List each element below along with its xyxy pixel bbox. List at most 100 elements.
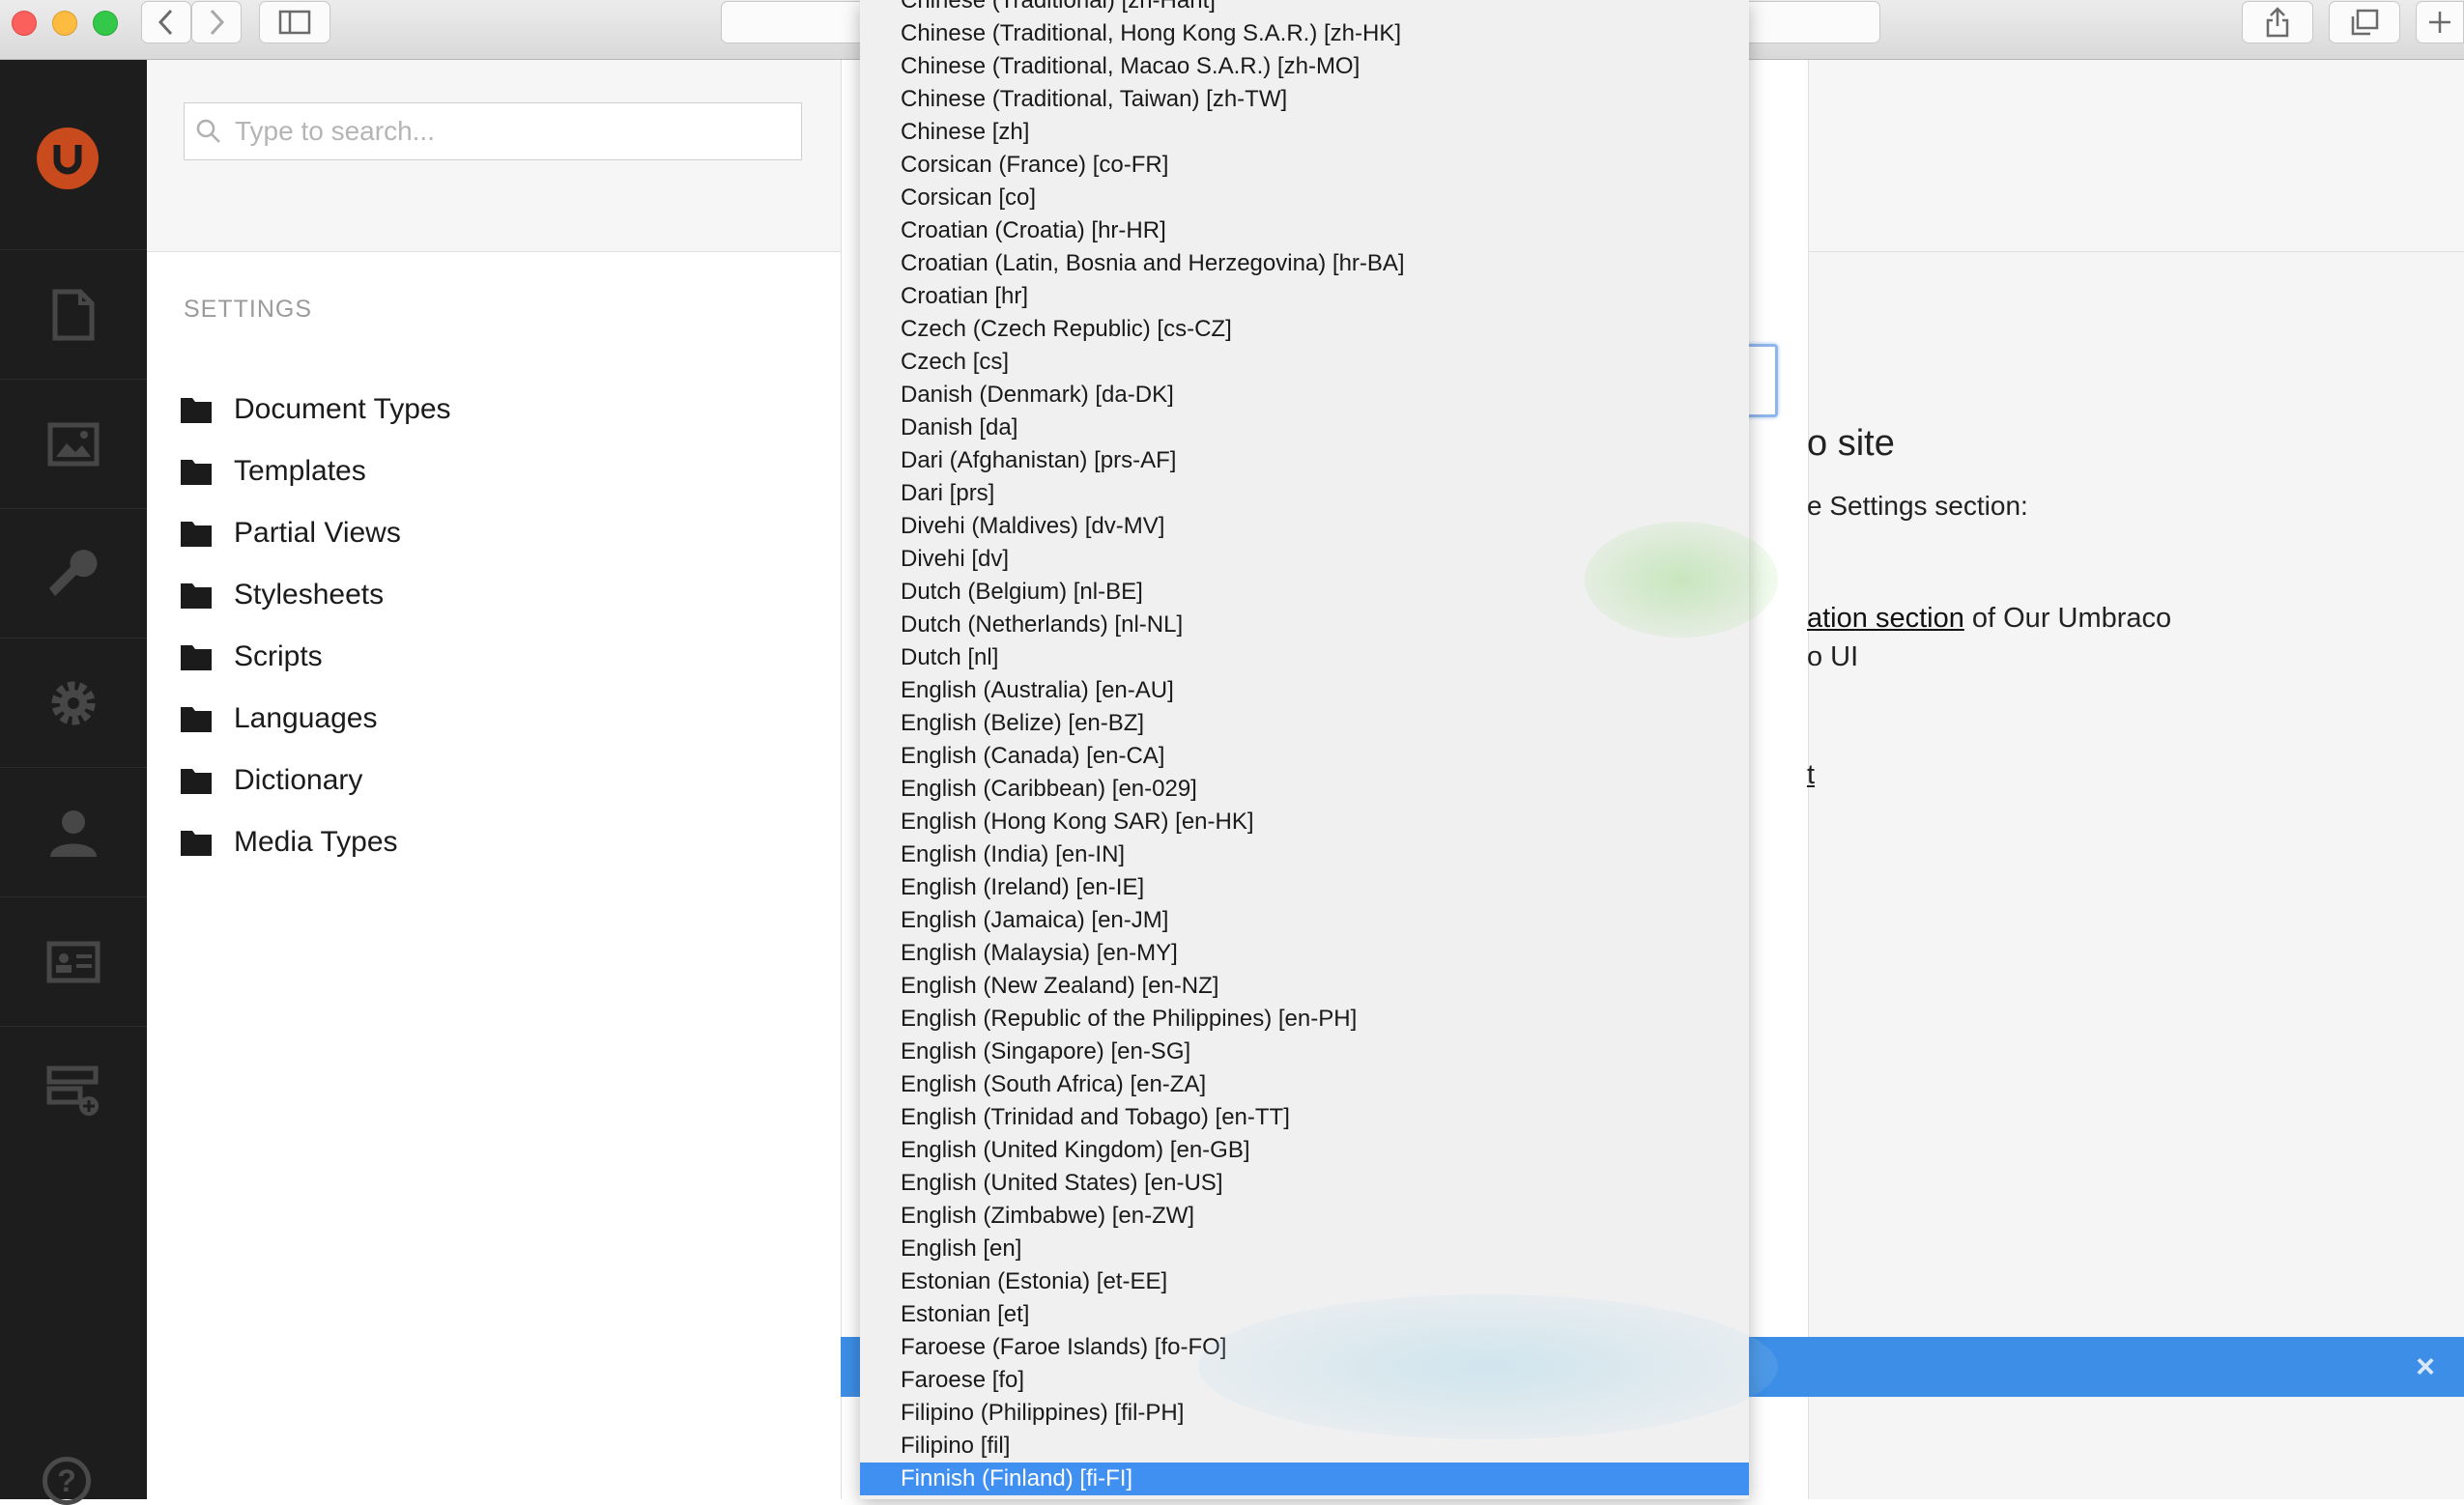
tree-item-stylesheets[interactable]: Stylesheets [180,564,451,626]
search-input[interactable] [233,103,778,159]
language-option[interactable]: Dari (Afghanistan) [prs-AF] [860,444,1749,477]
language-option[interactable]: Estonian (Estonia) [et-EE] [860,1265,1749,1298]
language-option[interactable]: English (Republic of the Philippines) [e… [860,1003,1749,1036]
main-navigation: ? [0,60,147,1505]
language-option[interactable]: English (New Zealand) [en-NZ] [860,970,1749,1003]
language-option[interactable]: English (Hong Kong SAR) [en-HK] [860,806,1749,838]
language-option[interactable]: Chinese (Traditional, Taiwan) [zh-TW] [860,83,1749,116]
language-option[interactable]: Filipino (Philippines) [fil-PH] [860,1397,1749,1430]
language-options: Chinese (Traditional) [zh-Hant] Chinese (… [860,0,1749,1495]
window-close-button[interactable] [12,11,37,36]
language-option[interactable]: Dutch [nl] [860,641,1749,674]
language-option[interactable]: Chinese (Traditional) [zh-Hant] [860,0,1749,17]
tree-item-label: Dictionary [234,764,363,796]
search-area [147,60,841,252]
nav-users[interactable] [0,767,147,896]
language-option[interactable]: English (United States) [en-US] [860,1167,1749,1200]
tree-item-partial-views[interactable]: Partial Views [180,502,451,564]
language-option[interactable]: Estonian [et] [860,1298,1749,1331]
language-option[interactable]: Dutch (Belgium) [nl-BE] [860,576,1749,609]
language-option[interactable]: English (South Africa) [en-ZA] [860,1068,1749,1101]
language-option[interactable]: English (Zimbabwe) [en-ZW] [860,1200,1749,1233]
language-dropdown-list[interactable]: Chinese (Traditional) [zh-Hant] Chinese (… [860,0,1749,1499]
wrench-icon [49,549,98,596]
tree-item-label: Document Types [234,393,451,425]
tree-item-document-types[interactable]: Document Types [180,379,451,440]
nav-developer[interactable] [0,508,147,638]
nav-forms[interactable] [0,1026,147,1155]
language-option[interactable]: Chinese [zh] [860,116,1749,149]
welcome-text: o UI [1807,641,1859,672]
language-option[interactable]: English (Australia) [en-AU] [860,674,1749,707]
language-option[interactable]: English [en] [860,1233,1749,1265]
language-option[interactable]: Divehi (Maldives) [dv-MV] [860,510,1749,543]
language-option[interactable]: Divehi [dv] [860,543,1749,576]
window-maximize-button[interactable] [93,11,118,36]
tree-item-label: Partial Views [234,517,401,549]
tree-panel: SETTINGS Document Types Templates Partia… [147,60,842,1499]
language-option[interactable]: Croatian (Croatia) [hr-HR] [860,214,1749,247]
forward-button[interactable] [191,1,242,43]
language-option[interactable]: Danish (Denmark) [da-DK] [860,379,1749,412]
language-option[interactable]: Croatian (Latin, Bosnia and Herzegovina)… [860,247,1749,280]
tabs-icon [2351,9,2379,36]
new-tab-button[interactable] [2416,1,2464,43]
tabs-overview-button[interactable] [2329,1,2400,43]
window-minimize-button[interactable] [52,11,77,36]
language-option[interactable]: Faroese [fo] [860,1364,1749,1397]
chevron-right-icon [210,9,225,36]
tree-item-label: Languages [234,702,378,734]
language-option[interactable]: Faroese (Faroe Islands) [fo-FO] [860,1331,1749,1364]
tree-item-label: Stylesheets [234,579,385,611]
tree-item-templates[interactable]: Templates [180,440,451,502]
language-option[interactable]: English (Caribbean) [en-029] [860,773,1749,806]
folder-icon [180,395,213,424]
language-option[interactable]: Czech (Czech Republic) [cs-CZ] [860,313,1749,346]
image-icon [47,422,100,466]
language-option[interactable]: English (India) [en-IN] [860,838,1749,871]
tree-item-languages[interactable]: Languages [180,688,451,750]
welcome-text: of Our Umbraco [1963,603,2172,634]
plus-icon [2429,12,2450,33]
search-box[interactable] [184,102,802,160]
folder-icon [180,642,213,671]
share-button[interactable] [2242,1,2313,43]
tree-item-dictionary[interactable]: Dictionary [180,750,451,811]
language-option[interactable]: Corsican (France) [co-FR] [860,149,1749,182]
language-option[interactable]: English (Ireland) [en-IE] [860,871,1749,904]
tree-item-media-types[interactable]: Media Types [180,811,451,873]
language-option[interactable]: Czech [cs] [860,346,1749,379]
language-option[interactable]: English (United Kingdom) [en-GB] [860,1134,1749,1167]
umbraco-logo[interactable] [37,128,99,189]
nav-members[interactable] [0,896,147,1026]
user-icon [50,809,97,857]
language-option[interactable]: Dutch (Netherlands) [nl-NL] [860,609,1749,641]
language-option[interactable]: English (Malaysia) [en-MY] [860,937,1749,970]
language-option[interactable]: Finnish (Finland) [fi-FI] [860,1462,1749,1495]
language-option[interactable]: Chinese (Traditional, Hong Kong S.A.R.) … [860,17,1749,50]
back-button[interactable] [141,1,191,43]
language-option[interactable]: English (Canada) [en-CA] [860,740,1749,773]
sidebar-icon [278,10,311,35]
documentation-link[interactable]: ation section [1807,603,1964,634]
close-icon[interactable]: × [2416,1349,2435,1386]
language-option[interactable]: Filipino [fil] [860,1430,1749,1462]
language-option[interactable]: Croatian [hr] [860,280,1749,313]
nav-content[interactable] [0,249,147,379]
language-option[interactable]: Danish [da] [860,412,1749,444]
help-icon[interactable]: ? [43,1457,91,1505]
settings-tree: Document Types Templates Partial Views S… [180,379,451,873]
folder-icon [180,581,213,610]
welcome-link[interactable]: t [1807,759,1815,791]
tree-item-scripts[interactable]: Scripts [180,626,451,688]
language-option[interactable]: Chinese (Traditional, Macao S.A.R.) [zh-… [860,50,1749,83]
language-option[interactable]: Dari [prs] [860,477,1749,510]
nav-media[interactable] [0,379,147,508]
sidebar-toggle-button[interactable] [259,1,330,43]
language-option[interactable]: English (Trinidad and Tobago) [en-TT] [860,1101,1749,1134]
nav-settings[interactable] [0,638,147,767]
language-option[interactable]: English (Singapore) [en-SG] [860,1036,1749,1068]
language-option[interactable]: English (Belize) [en-BZ] [860,707,1749,740]
language-option[interactable]: English (Jamaica) [en-JM] [860,904,1749,937]
language-option[interactable]: Corsican [co] [860,182,1749,214]
